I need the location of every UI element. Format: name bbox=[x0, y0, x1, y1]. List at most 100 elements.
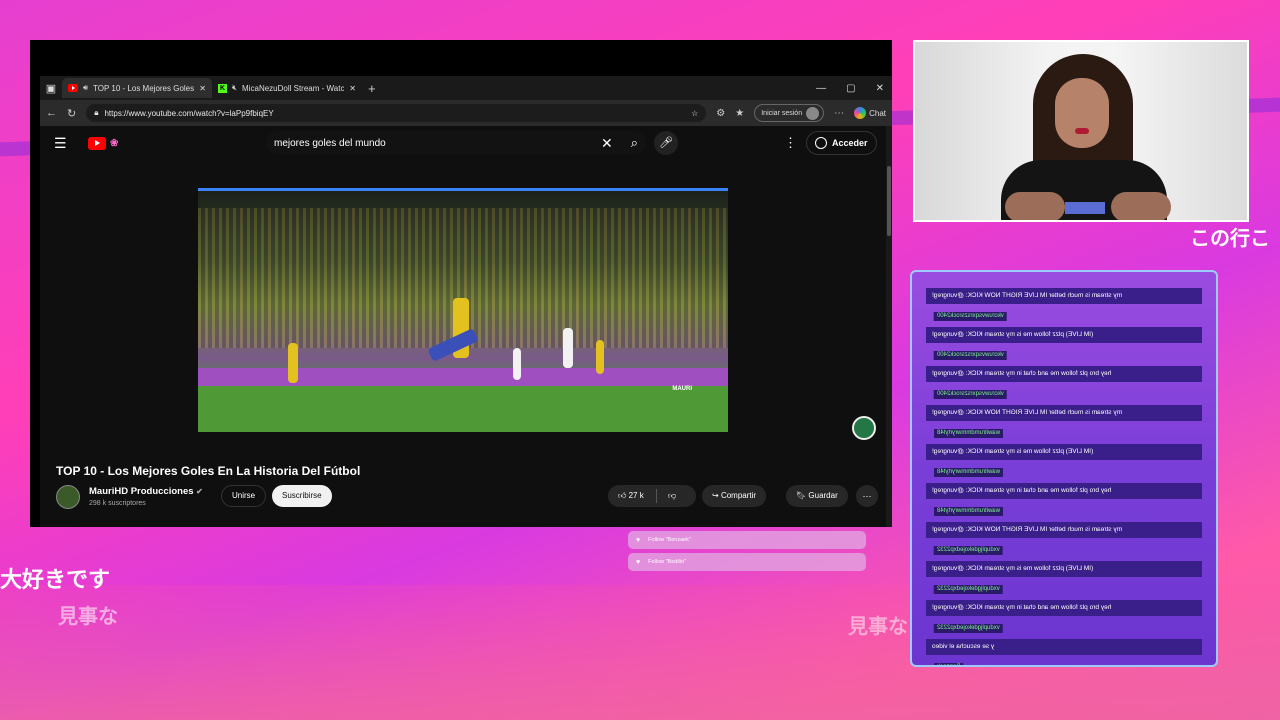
new-tab-icon[interactable]: + bbox=[368, 81, 376, 96]
window-controls: — ▢ ✕ bbox=[816, 83, 892, 94]
tab-youtube[interactable]: 🔊︎ TOP 10 - Los Mejores Goles En La Hist… bbox=[62, 78, 212, 98]
voice-search-icon[interactable]: 🎤︎ bbox=[654, 131, 678, 155]
chat-message: my stream is much better IM LIVE RIGHT N… bbox=[926, 288, 1202, 322]
browser-window: ▣ 🔊︎ TOP 10 - Los Mejores Goles En La Hi… bbox=[40, 76, 892, 527]
chat-message: (IM LIVE) plzz follow me is my stream KI… bbox=[926, 327, 1202, 361]
search-icon[interactable]: ⌕ bbox=[631, 135, 638, 151]
more-icon[interactable]: ⋯ bbox=[834, 108, 844, 119]
alert-text: Follow "Bedilio" bbox=[648, 559, 686, 565]
chat-message-text: my stream is much better IM LIVE RIGHT N… bbox=[926, 288, 1202, 304]
workspaces-icon[interactable]: ▣ bbox=[40, 82, 62, 95]
player-figure bbox=[563, 328, 573, 368]
copilot-button[interactable]: Chat bbox=[854, 107, 886, 119]
search-box[interactable]: mejores goles del mundo ✕ ⌕ bbox=[266, 131, 646, 155]
scrollbar[interactable] bbox=[886, 126, 892, 527]
favorite-star-icon[interactable]: ☆ bbox=[691, 109, 698, 118]
thumbs-up-icon: 👍︎ bbox=[618, 491, 627, 500]
extensions-icon[interactable]: ⚙ bbox=[716, 108, 725, 119]
settings-kebab-icon[interactable]: ⋮ bbox=[784, 135, 797, 151]
menu-icon[interactable]: ☰ bbox=[54, 135, 74, 152]
tab-title: TOP 10 - Los Mejores Goles En La Histori… bbox=[93, 83, 195, 93]
account-icon bbox=[815, 137, 827, 149]
video-frame-boards bbox=[198, 368, 728, 386]
save-button[interactable]: 🔖︎ Guardar bbox=[786, 485, 848, 507]
close-window-icon[interactable]: ✕ bbox=[876, 83, 884, 94]
tab-kick[interactable]: K 🔇︎ MicaNezuDoll Stream - Watch Live ✕ bbox=[212, 78, 362, 98]
chat-username: vxdupljgdekojedxp2232 bbox=[934, 624, 1003, 633]
chat-username: vkcruwvsqxrszsrock2400 bbox=[934, 390, 1007, 399]
webcam-figure bbox=[1005, 192, 1065, 220]
browser-signin-button[interactable]: Iniciar sesión bbox=[754, 104, 825, 122]
overlay-jp-text: 見事な bbox=[58, 604, 118, 628]
chat-username: wawitrumdmmwryrtyt48 bbox=[934, 468, 1004, 477]
subscribe-button[interactable]: Suscribirse bbox=[272, 485, 332, 507]
bookmark-icon: 🔖︎ bbox=[796, 491, 807, 500]
muted-speaker-icon[interactable]: 🔇︎ bbox=[232, 83, 237, 93]
search-input[interactable]: mejores goles del mundo bbox=[274, 138, 601, 149]
channel-name[interactable]: MauriHD Producciones ✔ bbox=[89, 486, 203, 497]
player-figure bbox=[596, 340, 604, 374]
video-player[interactable]: MAURI bbox=[198, 188, 728, 432]
channel-watermark-icon[interactable] bbox=[852, 416, 876, 440]
close-tab-icon[interactable]: ✕ bbox=[349, 84, 356, 93]
clear-search-icon[interactable]: ✕ bbox=[601, 135, 613, 152]
thumbs-down-icon[interactable]: 👎︎ bbox=[668, 485, 676, 507]
lock-icon[interactable]: 🔒︎ bbox=[94, 108, 98, 118]
youtube-favicon-icon bbox=[68, 84, 78, 92]
refresh-icon[interactable]: ↻ bbox=[67, 107, 76, 120]
share-button[interactable]: ↪ Compartir bbox=[702, 485, 767, 507]
back-icon[interactable]: ← bbox=[46, 107, 57, 119]
channel-row: MauriHD Producciones ✔ 298 k suscriptore… bbox=[56, 483, 878, 513]
follow-alert: ♥ Follow "Bedilio" bbox=[628, 553, 866, 571]
chat-username: vkcruwvsqxrszsrock2400 bbox=[934, 351, 1007, 360]
screen-capture: ▣ 🔊︎ TOP 10 - Los Mejores Goles En La Hi… bbox=[30, 40, 892, 527]
heart-icon: ♥ bbox=[636, 536, 641, 544]
chat-message: (IM LIVE) plzz follow me is my stream KI… bbox=[926, 561, 1202, 595]
share-icon: ↪ bbox=[712, 491, 719, 500]
chat-username: Benzaek bbox=[934, 663, 964, 665]
kick-favicon-icon: K bbox=[218, 83, 227, 93]
signin-label: Acceder bbox=[832, 138, 868, 148]
subscriber-count: 298 k suscriptores bbox=[89, 500, 146, 507]
minimize-icon[interactable]: — bbox=[816, 83, 826, 94]
chat-username: vxdupljgdekojedxp2232 bbox=[934, 585, 1003, 594]
webcam-figure bbox=[1065, 202, 1105, 214]
favorites-icon[interactable]: ★ bbox=[735, 108, 744, 119]
chat-username: vxdupljgdekojedxp2232 bbox=[934, 546, 1003, 555]
channel-name-text: MauriHD Producciones bbox=[89, 486, 194, 497]
chat-username: wawitrumdmmwryrtyt48 bbox=[934, 507, 1004, 516]
follow-alerts: ♥ Follow "Benzaek" ♥ Follow "Bedilio" bbox=[628, 531, 866, 575]
speaker-icon[interactable]: 🔊︎ bbox=[83, 83, 88, 93]
progress-bar[interactable] bbox=[198, 188, 728, 191]
youtube-logo[interactable]: ❀ bbox=[88, 136, 118, 150]
youtube-page: ☰ ❀ mejores goles del mundo ✕ ⌕ 🎤︎ ⋮ Acc… bbox=[40, 126, 892, 527]
youtube-signin-button[interactable]: Acceder bbox=[806, 131, 877, 155]
join-button[interactable]: Unirse bbox=[221, 485, 267, 507]
chat-message: y se escucha el video Benzaek bbox=[926, 639, 1202, 665]
address-bar-row: ← ↻ 🔒︎ https://www.youtube.com/watch?v=l… bbox=[40, 100, 892, 126]
url-text: https://www.youtube.com/watch?v=laPp9fbi… bbox=[104, 108, 274, 118]
signin-label: Iniciar sesión bbox=[761, 109, 803, 117]
channel-avatar[interactable] bbox=[56, 485, 80, 509]
chat-username: vkcruwvsqxrszsrock2400 bbox=[934, 312, 1007, 321]
overlay-jp-text: 見事な bbox=[848, 614, 908, 638]
video-frame-pitch bbox=[198, 386, 728, 432]
more-actions-icon[interactable]: ⋯ bbox=[856, 485, 878, 507]
heart-icon: ♥ bbox=[636, 558, 641, 566]
scrollbar-thumb[interactable] bbox=[887, 166, 891, 236]
like-button[interactable]: 👍︎ 27 k 👎︎ bbox=[608, 485, 696, 507]
webcam-feed bbox=[913, 40, 1249, 222]
chat-message-text: my stream is much better IM LIVE RIGHT N… bbox=[926, 522, 1202, 538]
webcam-figure bbox=[1075, 128, 1089, 134]
chat-message-text: hey bro plz follow me and chat in my str… bbox=[926, 483, 1202, 499]
chat-message: hey bro plz follow me and chat in my str… bbox=[926, 483, 1202, 517]
overlay-jp-text: この行こ bbox=[1190, 226, 1270, 250]
chat-message-text: hey bro plz follow me and chat in my str… bbox=[926, 600, 1202, 616]
webcam-figure bbox=[1055, 78, 1109, 148]
like-count: 27 k bbox=[628, 491, 644, 500]
address-bar[interactable]: 🔒︎ https://www.youtube.com/watch?v=laPp9… bbox=[86, 104, 707, 122]
chat-message: hey bro plz follow me and chat in my str… bbox=[926, 600, 1202, 634]
maximize-icon[interactable]: ▢ bbox=[846, 83, 855, 94]
close-tab-icon[interactable]: ✕ bbox=[199, 84, 206, 93]
divider bbox=[656, 489, 657, 503]
